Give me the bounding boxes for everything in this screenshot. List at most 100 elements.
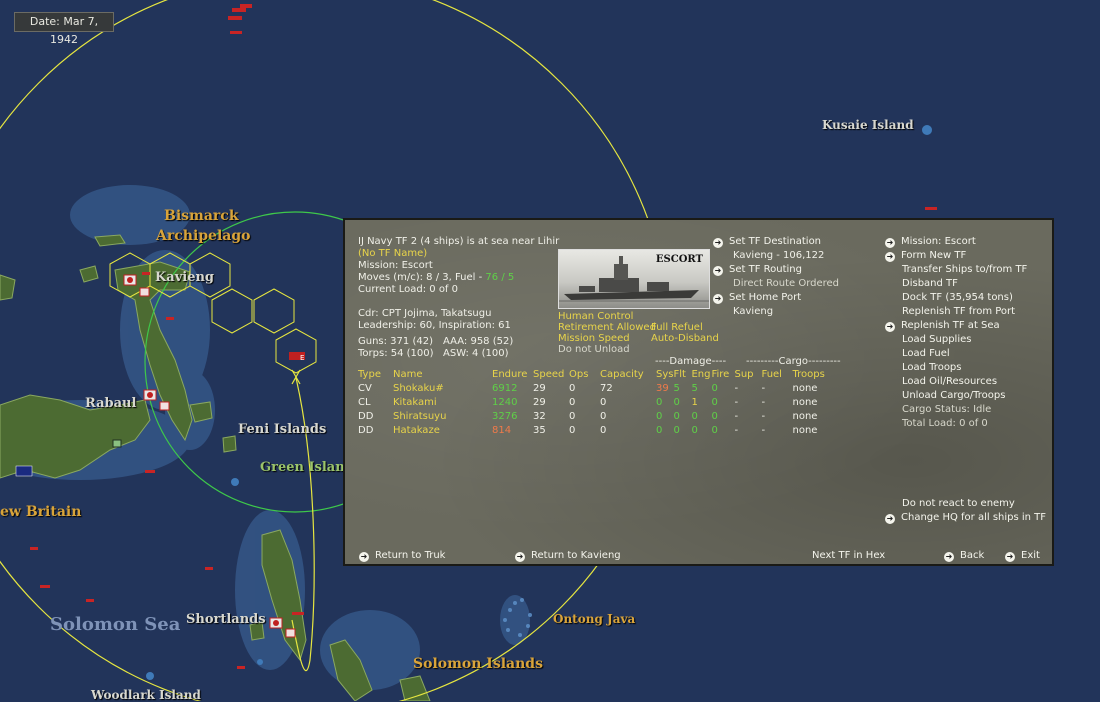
ship-sup: - bbox=[734, 411, 739, 422]
map-label-shortlands: Shortlands bbox=[186, 612, 266, 627]
map-label-solomon-islands: Solomon Islands bbox=[413, 656, 543, 672]
table-row[interactable]: DD Hatakaze 814 35 0 0 0 0 0 0 - - none bbox=[358, 424, 832, 438]
total-load: Total Load: 0 of 0 bbox=[902, 418, 988, 429]
set-home-port-label: Set Home Port bbox=[729, 292, 802, 303]
set-destination-button[interactable]: ➜ Set TF Destination bbox=[713, 236, 821, 248]
load-fuel-button[interactable]: Load Fuel bbox=[902, 348, 950, 360]
load-troops-button[interactable]: Load Troops bbox=[902, 362, 962, 374]
arrow-right-icon: ➜ bbox=[359, 552, 369, 562]
col-eng[interactable]: Eng bbox=[691, 368, 711, 382]
next-tf-button[interactable]: Next TF in Hex bbox=[812, 550, 885, 562]
ship-sup: - bbox=[734, 397, 739, 408]
arrow-right-icon: ➜ bbox=[713, 294, 723, 304]
return-to-kavieng-button[interactable]: ➜ Return to Kavieng bbox=[515, 550, 621, 562]
map-label-bismarck: Bismarck bbox=[164, 208, 239, 224]
ship-capacity: 0 bbox=[600, 411, 607, 422]
disband-tf-button[interactable]: Disband TF bbox=[902, 278, 958, 290]
col-type[interactable]: Type bbox=[358, 368, 393, 382]
ship-sys: 0 bbox=[656, 411, 663, 422]
date-display: Date: Mar 7, 1942 bbox=[14, 12, 114, 46]
tf-name-link[interactable]: (No TF Name) bbox=[358, 248, 427, 260]
arrow-right-icon: ➜ bbox=[885, 322, 895, 332]
no-react-toggle[interactable]: Do not react to enemy bbox=[902, 498, 1015, 510]
ship-fuel: - bbox=[761, 397, 766, 408]
change-hq-button[interactable]: ➜ Change HQ for all ships in TF bbox=[885, 512, 1046, 524]
ship-endure: 1240 bbox=[492, 397, 518, 408]
routing-value: Direct Route Ordered bbox=[733, 278, 840, 289]
load-supplies-button[interactable]: Load Supplies bbox=[902, 334, 971, 346]
col-fuel[interactable]: Fuel bbox=[761, 368, 792, 382]
replenish-sea-button[interactable]: ➜ Replenish TF at Sea bbox=[885, 320, 1000, 332]
toggle-do-not-unload[interactable]: Do not Unload bbox=[558, 344, 630, 356]
tf-commander[interactable]: Cdr: CPT Jojima, Takatsugu bbox=[358, 308, 491, 320]
ship-troops: none bbox=[792, 383, 818, 394]
arrow-right-icon: ➜ bbox=[885, 252, 895, 262]
set-home-port-button[interactable]: ➜ Set Home Port bbox=[713, 292, 801, 304]
map-label-feni-islands: Feni Islands bbox=[238, 422, 327, 437]
col-ops[interactable]: Ops bbox=[569, 368, 600, 382]
ship-name[interactable]: Shiratsuyu bbox=[393, 410, 492, 424]
col-speed[interactable]: Speed bbox=[533, 368, 569, 382]
ship-name[interactable]: Hatakaze bbox=[393, 424, 492, 438]
ship-endure: 6912 bbox=[492, 383, 518, 394]
ship-flt: 0 bbox=[673, 425, 680, 436]
toggle-auto-disband[interactable]: Auto-Disband bbox=[651, 333, 719, 345]
ship-capacity: 72 bbox=[600, 383, 613, 394]
col-name[interactable]: Name bbox=[393, 368, 492, 382]
home-port-value: Kavieng bbox=[733, 306, 774, 317]
form-new-tf-button[interactable]: ➜ Form New TF bbox=[885, 250, 966, 262]
ship-type: DD bbox=[358, 425, 374, 436]
replenish-port-button[interactable]: Replenish TF from Port bbox=[902, 306, 1015, 318]
col-flt[interactable]: Flt bbox=[673, 368, 691, 382]
ship-fire: 0 bbox=[711, 411, 718, 422]
load-oil-button[interactable]: Load Oil/Resources bbox=[902, 376, 997, 388]
return-to-truk-button[interactable]: ➜ Return to Truk bbox=[359, 550, 445, 562]
tf-aaa: AAA: 958 (52) bbox=[443, 336, 514, 347]
ship-eng: 5 bbox=[691, 383, 698, 394]
mission-button[interactable]: ➜ Mission: Escort bbox=[885, 236, 976, 248]
map-label-woodlark-island: Woodlark Island bbox=[91, 688, 201, 702]
task-force-panel: IJ Navy TF 2 (4 ships) is at sea near Li… bbox=[343, 218, 1054, 566]
ship-fuel: - bbox=[761, 411, 766, 422]
ship-eng: 1 bbox=[691, 397, 698, 408]
exit-button[interactable]: ➜ Exit bbox=[1005, 550, 1040, 562]
ship-capacity: 0 bbox=[600, 397, 607, 408]
unload-cargo-button[interactable]: Unload Cargo/Troops bbox=[902, 390, 1005, 402]
arrow-right-icon: ➜ bbox=[944, 552, 954, 562]
dock-tf-button[interactable]: Dock TF (35,954 tons) bbox=[902, 292, 1013, 304]
tf-asw: ASW: 4 (100) bbox=[443, 348, 509, 359]
table-row[interactable]: CL Kitakami 1240 29 0 0 0 0 1 0 - - none bbox=[358, 396, 832, 410]
ship-type: DD bbox=[358, 411, 374, 422]
ship-name[interactable]: Kitakami bbox=[393, 396, 492, 410]
ship-troops: none bbox=[792, 425, 818, 436]
destination-value: Kavieng - 106,122 bbox=[733, 250, 825, 261]
table-row[interactable]: DD Shiratsuyu 3276 32 0 0 0 0 0 0 - - no… bbox=[358, 410, 832, 424]
col-endure[interactable]: Endure bbox=[492, 368, 533, 382]
ship-endure: 3276 bbox=[492, 411, 518, 422]
ship-ops: 0 bbox=[569, 383, 576, 394]
replenish-sea-label: Replenish TF at Sea bbox=[901, 320, 1000, 331]
ship-table: Type Name Endure Speed Ops Capacity Sys … bbox=[358, 368, 832, 438]
col-troops[interactable]: Troops bbox=[792, 368, 832, 382]
ship-flt: 0 bbox=[673, 411, 680, 422]
col-sup[interactable]: Sup bbox=[734, 368, 761, 382]
ship-ops: 0 bbox=[569, 411, 576, 422]
ship-name[interactable]: Shokaku# bbox=[393, 382, 492, 396]
table-row[interactable]: CV Shokaku# 6912 29 0 72 39 5 5 0 - - no… bbox=[358, 382, 832, 396]
ship-fire: 0 bbox=[711, 383, 718, 394]
return-to-truk-label: Return to Truk bbox=[375, 550, 446, 561]
map-label-archipelago: Archipelago bbox=[156, 228, 251, 244]
set-routing-button[interactable]: ➜ Set TF Routing bbox=[713, 264, 802, 276]
ship-type: CL bbox=[358, 397, 371, 408]
form-new-tf-label: Form New TF bbox=[901, 250, 967, 261]
ship-sup: - bbox=[734, 425, 739, 436]
back-button[interactable]: ➜ Back bbox=[944, 550, 984, 562]
arrow-right-icon: ➜ bbox=[713, 238, 723, 248]
tf-moves: Moves (m/c): 8 / 3, Fuel - 76 / 5 bbox=[358, 272, 514, 284]
ship-ops: 0 bbox=[569, 397, 576, 408]
ship-eng: 0 bbox=[691, 425, 698, 436]
transfer-ships-button[interactable]: Transfer Ships to/from TF bbox=[902, 264, 1027, 276]
col-capacity[interactable]: Capacity bbox=[600, 368, 656, 382]
col-fire[interactable]: Fire bbox=[711, 368, 734, 382]
col-sys[interactable]: Sys bbox=[656, 368, 673, 382]
